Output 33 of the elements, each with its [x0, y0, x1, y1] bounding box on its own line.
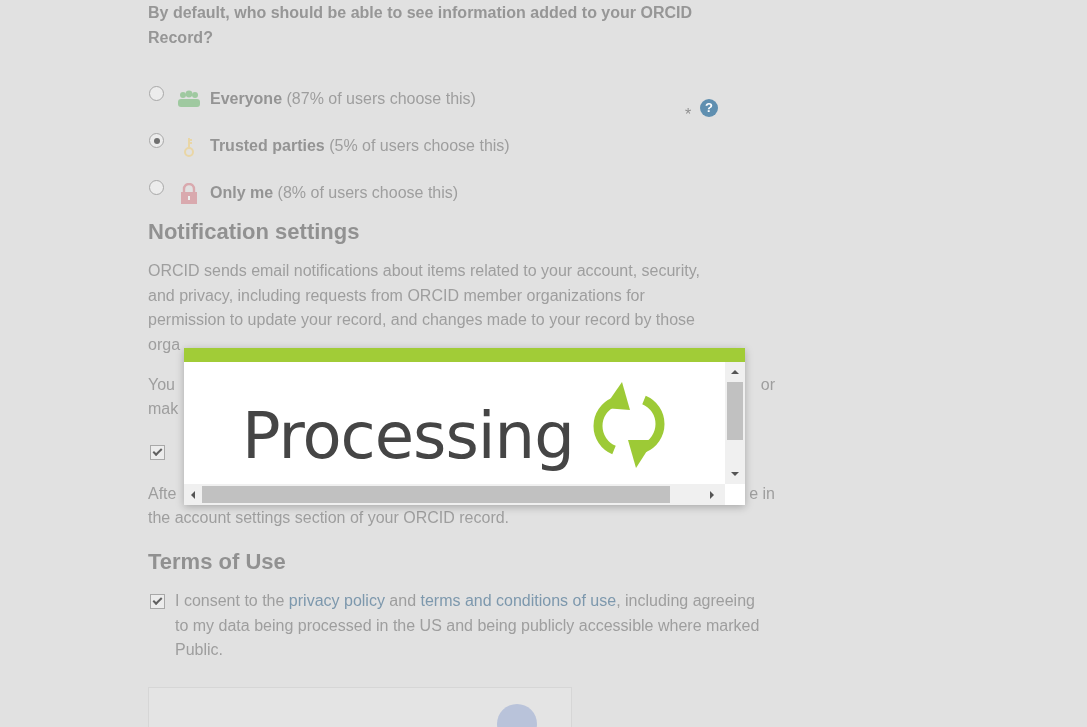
- option-label: Trusted parties (5% of users choose this): [210, 136, 510, 157]
- text-fragment: mak: [148, 399, 179, 420]
- refresh-icon: [591, 380, 666, 470]
- option-label: Everyone (87% of users choose this): [210, 89, 476, 110]
- terms-link[interactable]: terms and conditions of use: [420, 591, 617, 609]
- terms-link[interactable]: privacy policy: [288, 591, 385, 609]
- paragraph-line: ORCID sends email notifications about items related to your account, security,: [148, 261, 700, 282]
- text-fragment: You: [148, 374, 175, 395]
- radio-button[interactable]: [149, 133, 164, 149]
- paragraph-line: permission to update your record, and changes made to your record by those: [148, 310, 695, 331]
- checkbox[interactable]: [150, 445, 165, 461]
- paragraph-line: and privacy, including requests from ORCID member organizations for: [148, 285, 645, 306]
- vertical-scrollbar[interactable]: [725, 362, 745, 484]
- key-icon: [184, 135, 194, 158]
- section-heading: Terms of Use: [148, 548, 287, 575]
- consent-text: I consent to the privacy policy and terms and conditions of use, including agreeing to my data being processed in the US and being publicly accessible where marked Public.: [175, 590, 761, 661]
- paragraph-line: the account settings section of your ORCID record.: [148, 508, 510, 529]
- scroll-down-arrow-icon[interactable]: [730, 469, 740, 479]
- consent-checkbox[interactable]: [150, 593, 165, 609]
- horizontal-scrollbar[interactable]: [184, 484, 725, 505]
- paragraph-line: orga: [148, 334, 181, 355]
- visibility-question: By default, who should be able to see information added to your ORCID Record?: [148, 3, 694, 48]
- text-fragment: or: [760, 374, 775, 395]
- text-fragment: e in: [749, 483, 775, 504]
- section-heading: Notification settings: [148, 219, 361, 246]
- scroll-right-arrow-icon[interactable]: [707, 489, 717, 500]
- help-icon[interactable]: ?: [700, 99, 718, 118]
- radio-button[interactable]: [149, 180, 164, 196]
- text-fragment: Afte: [148, 483, 177, 504]
- required-mark: *: [685, 105, 692, 126]
- scroll-up-arrow-icon[interactable]: [730, 367, 740, 377]
- radio-button[interactable]: [149, 86, 164, 102]
- option-label: Only me (8% of users choose this): [210, 183, 459, 204]
